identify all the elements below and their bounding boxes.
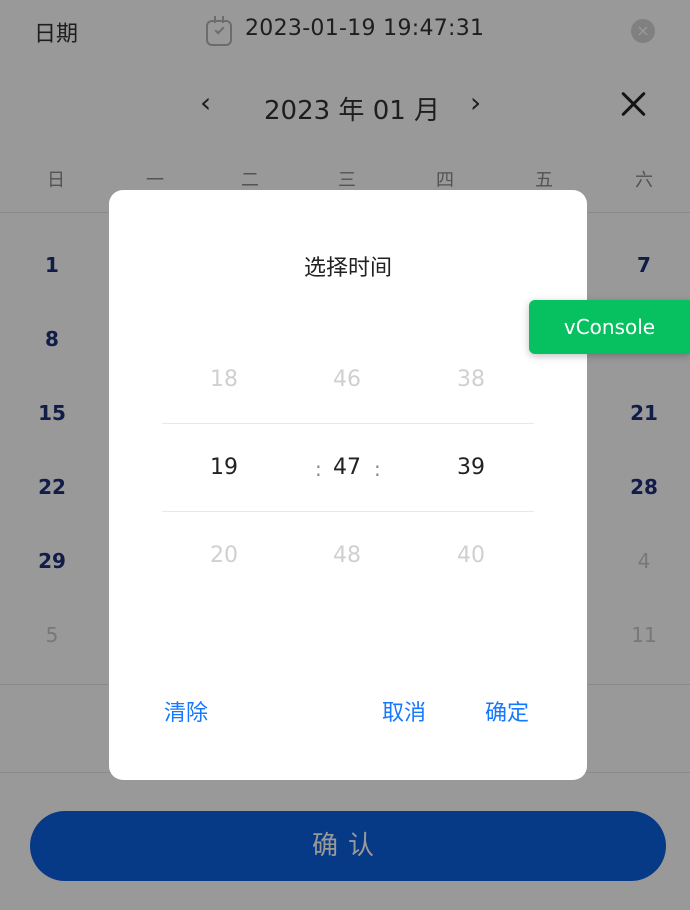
selection-line-bottom <box>162 511 534 512</box>
time-separator: : <box>374 457 381 481</box>
hour-selected[interactable]: 19 <box>184 455 264 480</box>
minute-option[interactable]: 46 <box>307 367 387 392</box>
hour-option[interactable]: 18 <box>184 367 264 392</box>
time-picker-dialog: 选择时间 18 46 38 19 : 47 : 39 20 48 40 清除 取… <box>109 190 587 780</box>
selection-line-top <box>162 423 534 424</box>
minute-option[interactable]: 48 <box>307 543 387 568</box>
second-option[interactable]: 40 <box>431 543 511 568</box>
hour-option[interactable]: 20 <box>184 543 264 568</box>
ok-button[interactable]: 确定 <box>485 695 529 727</box>
cancel-button[interactable]: 取消 <box>382 695 426 727</box>
vconsole-button[interactable]: vConsole <box>529 300 690 354</box>
second-selected[interactable]: 39 <box>431 455 511 480</box>
clear-button[interactable]: 清除 <box>164 695 208 727</box>
dialog-title: 选择时间 <box>303 256 392 281</box>
second-option[interactable]: 38 <box>431 367 511 392</box>
